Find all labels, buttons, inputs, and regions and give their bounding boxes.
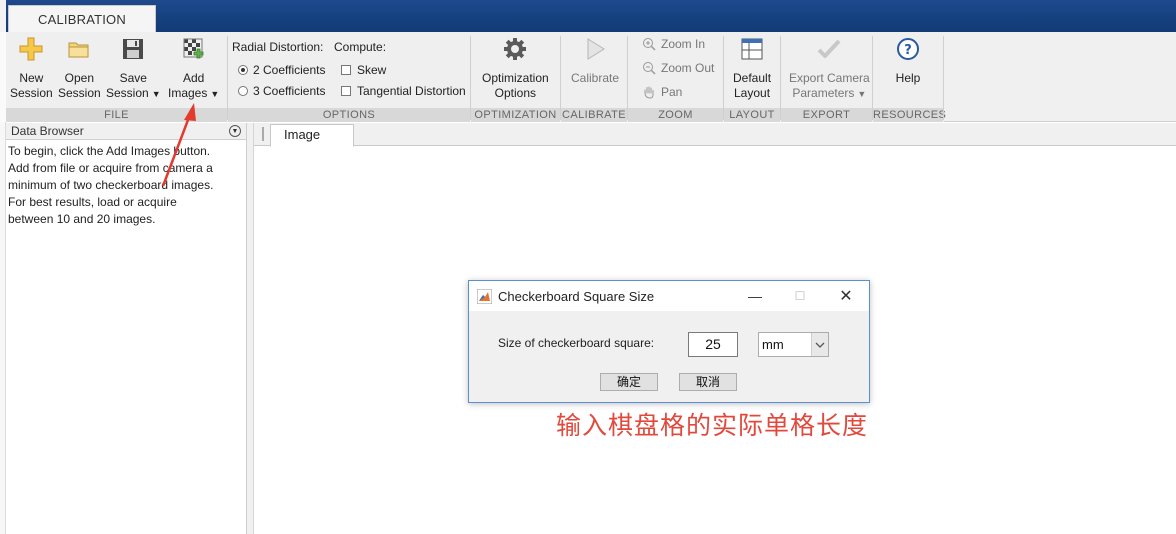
plus-icon xyxy=(18,36,44,62)
calibrate-group: Calibrate CALIBRATE xyxy=(561,32,628,122)
options-group: Radial Distortion: Compute: 2 Coefficien… xyxy=(228,32,471,122)
layout-group: Default Layout LAYOUT xyxy=(724,32,781,122)
radio-selected-icon xyxy=(238,65,248,75)
default-layout-button[interactable]: Default Layout xyxy=(733,36,771,101)
optimization-options-button[interactable]: Optimization Options xyxy=(482,36,549,101)
zoom-out-button[interactable]: Zoom Out xyxy=(642,61,714,75)
optimization-group: Optimization Options OPTIMIZATION xyxy=(471,32,561,122)
gear-icon xyxy=(502,36,528,62)
zoom-out-icon xyxy=(642,61,656,75)
square-size-label: Size of checkerboard square: xyxy=(498,336,655,350)
file-group: New Session Open Session Save Session ▼ Add I… xyxy=(6,32,228,122)
radio-2-coefficients[interactable]: 2 Coefficients xyxy=(238,63,326,77)
square-size-input[interactable]: 25 xyxy=(688,332,738,357)
annotation-text: 输入棋盘格的实际单格长度 xyxy=(556,411,869,440)
data-browser-title: Data Browser xyxy=(11,124,84,138)
hand-icon xyxy=(642,85,656,99)
close-icon[interactable]: ✕ xyxy=(835,286,857,306)
chevron-down-icon: ▼ xyxy=(857,89,867,99)
dialog-title-bar[interactable]: Checkerboard Square Size — ☐ ✕ xyxy=(469,281,869,311)
calibrate-group-label: CALIBRATE xyxy=(561,108,627,122)
chevron-down-icon: ▼ xyxy=(151,89,161,99)
checkbox-icon xyxy=(341,86,351,96)
pan-button[interactable]: Pan xyxy=(642,85,682,99)
help-button[interactable]: ? Help xyxy=(895,36,921,86)
export-group-label: EXPORT xyxy=(781,108,872,122)
toolstrip-ribbon: New Session Open Session Save Session ▼ Add I… xyxy=(0,32,1176,122)
export-camera-parameters-button[interactable]: Export Camera Parameters ▼ xyxy=(789,36,870,102)
maximize-icon[interactable]: ☐ xyxy=(789,286,811,306)
floppy-disk-icon xyxy=(120,36,146,62)
resources-group-label: RESOURCES xyxy=(873,108,947,122)
calibrate-button[interactable]: Calibrate xyxy=(571,36,619,86)
unit-select[interactable]: mm xyxy=(758,332,829,357)
checkerboard-size-dialog: Checkerboard Square Size — ☐ ✕ Size of c… xyxy=(468,280,870,403)
layout-group-label: LAYOUT xyxy=(724,108,780,122)
folder-icon xyxy=(66,36,92,62)
radio-unselected-icon xyxy=(238,86,248,96)
tab-calibration[interactable]: CALIBRATION xyxy=(8,5,156,32)
play-icon xyxy=(582,36,608,62)
compute-label: Compute: xyxy=(334,40,387,54)
open-session-button[interactable]: Open Session xyxy=(58,36,101,101)
resources-group: ? Help RESOURCES xyxy=(873,32,947,122)
save-session-button[interactable]: Save Session ▼ xyxy=(106,36,161,102)
cancel-button[interactable]: 取消 xyxy=(679,373,737,391)
chevron-down-icon xyxy=(811,333,828,356)
export-group: Export Camera Parameters ▼ EXPORT xyxy=(781,32,873,122)
add-images-button[interactable]: Add Images ▼ xyxy=(168,36,219,102)
ok-button[interactable]: 确定 xyxy=(600,373,658,391)
title-bar: CALIBRATION xyxy=(0,0,1176,32)
tangential-distortion-checkbox[interactable]: Tangential Distortion xyxy=(341,84,466,98)
panel-menu-icon[interactable]: ▼ xyxy=(229,125,241,137)
file-group-label: FILE xyxy=(6,108,227,122)
optimization-group-label: OPTIMIZATION xyxy=(471,108,560,122)
check-mark-icon xyxy=(816,36,842,62)
radial-distortion-label: Radial Distortion: xyxy=(232,40,324,54)
new-session-button[interactable]: New Session xyxy=(10,36,53,101)
zoom-group-label: ZOOM xyxy=(628,108,723,122)
data-browser-instructions: To begin, click the Add Images button. A… xyxy=(8,144,214,226)
data-browser-header: Data Browser ▼ xyxy=(6,123,246,140)
tab-image[interactable]: Image xyxy=(270,124,354,147)
image-tab-bar: Image xyxy=(254,123,1176,147)
data-browser-panel: Data Browser ▼ To begin, click the Add I… xyxy=(6,123,247,534)
layout-grid-icon xyxy=(739,36,765,62)
matlab-logo-icon xyxy=(477,289,492,304)
minimize-icon[interactable]: — xyxy=(744,286,766,306)
add-checkerboard-images-icon xyxy=(181,36,207,62)
tab-divider xyxy=(262,127,264,141)
group-divider xyxy=(943,36,944,120)
radio-3-coefficients[interactable]: 3 Coefficients xyxy=(238,84,326,98)
zoom-in-button[interactable]: Zoom In xyxy=(642,37,705,51)
options-group-label: OPTIONS xyxy=(228,108,470,122)
help-icon: ? xyxy=(895,36,921,62)
chevron-down-icon: ▼ xyxy=(210,89,220,99)
left-edge-strip xyxy=(0,0,6,32)
skew-checkbox[interactable]: Skew xyxy=(341,63,386,77)
zoom-in-icon xyxy=(642,37,656,51)
svg-text:?: ? xyxy=(904,43,912,58)
dialog-title: Checkerboard Square Size xyxy=(498,289,655,304)
panel-splitter[interactable] xyxy=(247,123,254,534)
checkbox-icon xyxy=(341,65,351,75)
zoom-group: Zoom In Zoom Out Pan ZOOM xyxy=(628,32,724,122)
